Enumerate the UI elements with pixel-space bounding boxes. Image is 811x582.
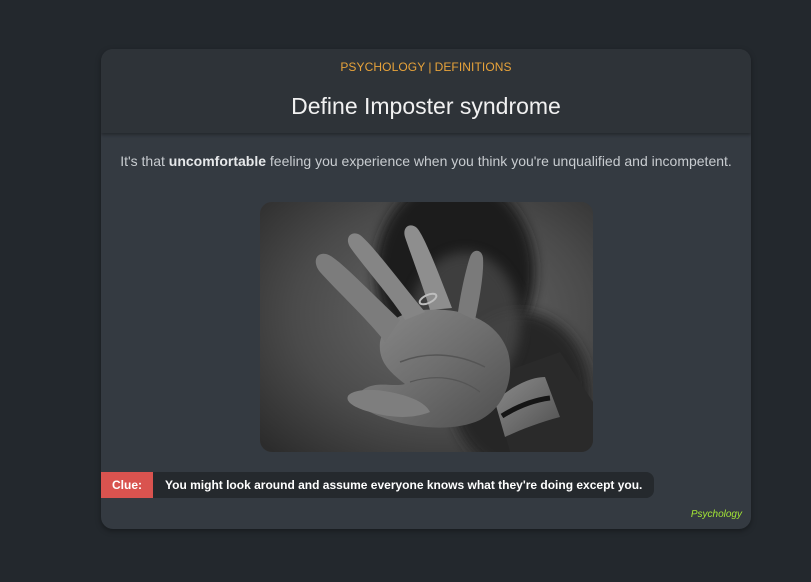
category-subject: PSYCHOLOGY: [340, 60, 426, 74]
definition-after: feeling you experience when you think yo…: [266, 153, 732, 169]
hand-photo: [260, 202, 593, 452]
flashcard: PSYCHOLOGY | DEFINITIONS Define Imposter s…: [101, 49, 751, 529]
clue-bar: Clue: You might look around and assume e…: [101, 472, 655, 498]
definition-emphasis: uncomfortable: [168, 153, 267, 169]
category-line: PSYCHOLOGY | DEFINITIONS: [101, 60, 751, 74]
card-title: Define Imposter syndrome: [291, 93, 561, 119]
definition-text: It's that uncomfortable feeling you expe…: [101, 153, 751, 169]
clue-label: Clue:: [101, 472, 153, 498]
clue-text: You might look around and assume everyon…: [153, 472, 655, 498]
card-header: PSYCHOLOGY | DEFINITIONS Define Imposter s…: [101, 49, 751, 133]
category-separator: |: [428, 60, 432, 74]
topic-tag[interactable]: Psychology: [691, 509, 742, 520]
definition-before: It's that: [120, 153, 169, 169]
category-type: DEFINITIONS: [434, 60, 512, 74]
